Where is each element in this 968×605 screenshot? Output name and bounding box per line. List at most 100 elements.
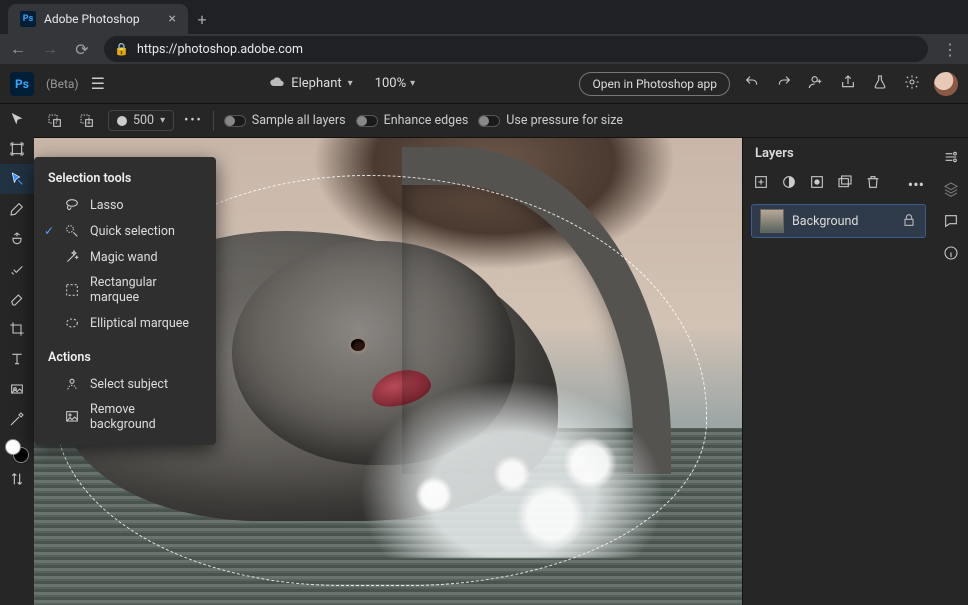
quick-selection-icon (64, 223, 80, 239)
hamburger-icon[interactable]: ☰ (91, 74, 105, 93)
subtract-selection-icon[interactable] (76, 110, 98, 132)
doc-name: Elephant (291, 76, 341, 91)
back-icon[interactable]: ← (8, 39, 28, 59)
flyout-label: Remove background (90, 402, 202, 432)
zoom-value: 100% (375, 76, 406, 91)
flyout-quick-selection[interactable]: ✓ Quick selection (34, 218, 216, 244)
url-box[interactable]: 🔒 https://photoshop.adobe.com (104, 36, 928, 62)
forward-icon[interactable]: → (40, 39, 60, 59)
url-text: https://photoshop.adobe.com (137, 42, 303, 57)
browser-tab[interactable]: Ps Adobe Photoshop × (8, 4, 188, 34)
lock-icon[interactable] (901, 212, 917, 231)
ps-favicon: Ps (20, 11, 36, 27)
color-swatches[interactable] (0, 434, 34, 464)
flyout-magic-wand[interactable]: Magic wand (34, 244, 216, 270)
sample-all-layers-toggle[interactable]: Sample all layers (224, 113, 346, 128)
eraser-tool[interactable] (0, 284, 34, 314)
selection-tool[interactable] (0, 164, 34, 194)
flyout-label: Quick selection (90, 224, 175, 239)
layer-thumbnail (760, 209, 784, 233)
toggle-icon (356, 115, 378, 127)
app-header: Ps (Beta) ☰ Elephant ▾ 100% ▾ Open in Ph… (0, 64, 968, 104)
redo-icon[interactable] (774, 74, 794, 94)
tab-title: Adobe Photoshop (44, 12, 140, 26)
selection-tools-flyout: Selection tools Lasso ✓ Quick selection … (34, 157, 216, 445)
brush-dot-icon (117, 116, 127, 126)
flyout-label: Rectangular marquee (90, 275, 202, 305)
chevron-down-icon: ▾ (160, 115, 165, 126)
remove-bg-icon (64, 409, 80, 425)
layer-row[interactable]: Background (751, 204, 926, 238)
more-options-icon[interactable]: ••• (184, 113, 203, 128)
properties-icon[interactable] (940, 144, 962, 170)
image-adjust-tool[interactable] (0, 374, 34, 404)
crop-tool[interactable] (0, 314, 34, 344)
doc-title[interactable]: Elephant ▾ (269, 74, 352, 94)
group-icon[interactable] (837, 174, 853, 194)
check-icon: ✓ (44, 224, 54, 238)
adjustment-layer-icon[interactable] (781, 174, 797, 194)
layers-toolbar: ••• (743, 168, 934, 200)
ellipse-marquee-icon (64, 315, 80, 331)
flyout-label: Magic wand (90, 250, 158, 265)
browser-tab-strip: Ps Adobe Photoshop × + (0, 0, 968, 34)
beta-label: (Beta) (46, 77, 79, 91)
gear-icon[interactable] (902, 74, 922, 94)
layers-icon[interactable] (940, 176, 962, 202)
flyout-lasso[interactable]: Lasso (34, 192, 216, 218)
browser-menu-icon[interactable]: ⋮ (940, 40, 960, 59)
rect-marquee-icon (64, 282, 80, 298)
ps-logo[interactable]: Ps (10, 72, 34, 96)
flyout-label: Elliptical marquee (90, 316, 189, 331)
healing-tool[interactable] (0, 254, 34, 284)
pressure-label: Use pressure for size (506, 113, 623, 128)
right-rail (934, 138, 968, 605)
select-subject-icon (64, 376, 80, 392)
arrange-tool[interactable] (0, 464, 34, 494)
add-selection-icon[interactable] (44, 110, 66, 132)
brush-size-control[interactable]: 500 ▾ (108, 110, 174, 131)
mask-icon[interactable] (809, 174, 825, 194)
transform-tool[interactable] (0, 134, 34, 164)
avatar[interactable] (934, 72, 958, 96)
clone-tool[interactable] (0, 224, 34, 254)
more-layers-icon[interactable]: ••• (908, 175, 924, 194)
flyout-remove-background[interactable]: Remove background (34, 397, 216, 437)
invite-icon[interactable] (806, 74, 826, 94)
share-icon[interactable] (838, 74, 858, 94)
lock-icon: 🔒 (114, 42, 129, 56)
type-tool[interactable] (0, 344, 34, 374)
trash-icon[interactable] (865, 174, 881, 194)
browser-toolbar: ← → ⟳ 🔒 https://photoshop.adobe.com ⋮ (0, 34, 968, 64)
lasso-icon (64, 197, 80, 213)
left-toolbar (0, 104, 34, 605)
enhance-edges-toggle[interactable]: Enhance edges (356, 113, 469, 128)
enhance-edges-label: Enhance edges (384, 113, 469, 128)
add-layer-icon[interactable] (753, 174, 769, 194)
options-bar: 500 ▾ ••• Sample all layers Enhance edge… (34, 104, 968, 138)
brush-tool[interactable] (0, 194, 34, 224)
eyedropper-tool[interactable] (0, 404, 34, 434)
open-in-app-button[interactable]: Open in Photoshop app (579, 72, 730, 96)
comments-icon[interactable] (940, 208, 962, 234)
flyout-rect-marquee[interactable]: Rectangular marquee (34, 270, 216, 310)
undo-icon[interactable] (742, 74, 762, 94)
layer-name: Background (792, 214, 858, 229)
beaker-icon[interactable] (870, 74, 890, 94)
layers-title: Layers (743, 138, 934, 168)
zoom-control[interactable]: 100% ▾ (375, 76, 415, 91)
move-tool[interactable] (0, 104, 34, 134)
flyout-ellipse-marquee[interactable]: Elliptical marquee (34, 310, 216, 336)
new-tab-button[interactable]: + (188, 4, 216, 34)
close-tab-icon[interactable]: × (169, 11, 176, 27)
magic-wand-icon (64, 249, 80, 265)
toggle-icon (478, 115, 500, 127)
flyout-label: Lasso (90, 198, 124, 213)
flyout-select-subject[interactable]: Select subject (34, 371, 216, 397)
flyout-label: Select subject (90, 377, 168, 392)
info-icon[interactable] (940, 240, 962, 266)
reload-icon[interactable]: ⟳ (72, 40, 92, 59)
pressure-toggle[interactable]: Use pressure for size (478, 113, 623, 128)
chevron-down-icon: ▾ (348, 78, 353, 89)
chevron-down-icon: ▾ (410, 78, 415, 89)
